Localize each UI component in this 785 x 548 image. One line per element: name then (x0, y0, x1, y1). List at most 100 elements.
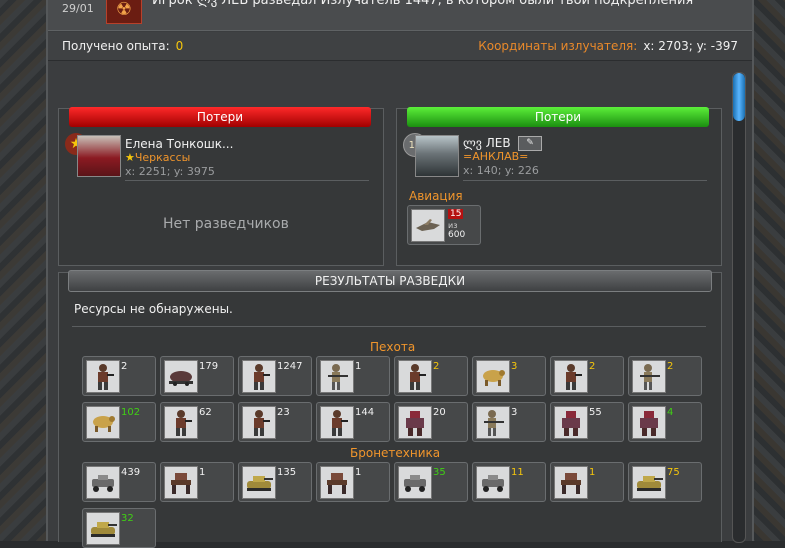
infantry-label: Пехота (370, 340, 416, 354)
infantry-unit-card[interactable]: 144 (316, 402, 390, 442)
coordinates-value[interactable]: x: 2703; y: -397 (643, 39, 738, 53)
unit-count: 1247 (277, 361, 303, 372)
info-bar: Получено опыта: 0 Координаты излучателя: x… (48, 32, 752, 61)
robot-icon (398, 406, 432, 439)
player-coordinates: x: 2251; y: 3975 (125, 165, 215, 178)
armor-unit-card[interactable]: 1 (316, 462, 390, 502)
infantry-unit-card[interactable]: 3 (472, 402, 546, 442)
coordinates-label: Координаты излучателя: (478, 39, 638, 53)
results-header: РЕЗУЛЬТАТЫ РАЗВЕДКИ (68, 270, 712, 292)
losses-header-red: Потери (69, 107, 371, 127)
armor-unit-card[interactable]: 1 (160, 462, 234, 502)
unit-count: 102 (121, 407, 141, 418)
unit-count: 1 (589, 467, 596, 478)
unit-count: 75 (667, 467, 680, 478)
sniper-icon (632, 360, 666, 393)
experience-value: 0 (175, 39, 184, 53)
tank-icon (632, 466, 666, 499)
avatar[interactable] (415, 135, 459, 177)
player-coordinates: x: 140; y: 226 (463, 164, 539, 177)
report-title: Игрок ლვ ЛЕВ разведал Излучатель 1447, в… (152, 0, 694, 8)
units-total: 600 (448, 230, 466, 240)
infantry-unit-card[interactable]: 1247 (238, 356, 312, 396)
divider (463, 180, 707, 181)
vehicle-icon (398, 466, 432, 499)
unit-count: 35 (433, 467, 446, 478)
armor-unit-card[interactable]: 439 (82, 462, 156, 502)
infantry-unit-card[interactable]: 179 (160, 356, 234, 396)
infantry-unit-card[interactable]: 2 (82, 356, 156, 396)
unit-count: 4 (667, 407, 674, 418)
no-scouts-text: Нет разведчиков (163, 216, 289, 232)
background-map-left (0, 0, 48, 541)
units-of-label: из (448, 221, 458, 230)
report-header: 29/01 ☢ Игрок ლვ ЛЕВ разведал Излучатель… (48, 0, 752, 31)
unit-count: 439 (121, 467, 141, 478)
player-city[interactable]: ★Черкассы (125, 151, 190, 164)
infantry-unit-card[interactable]: 1 (316, 356, 390, 396)
unit-count: 2 (433, 361, 440, 372)
avatar[interactable] (77, 135, 121, 177)
no-resources-text: Ресурсы не обнаружены. (74, 302, 233, 316)
armor-unit-card[interactable]: 1 (550, 462, 624, 502)
infantry-unit-card[interactable]: 2 (394, 356, 468, 396)
unit-count: 179 (199, 361, 219, 372)
units-lost: 15 (448, 209, 464, 219)
infantry-unit-card[interactable]: 4 (628, 402, 702, 442)
infantry-unit-card[interactable]: 62 (160, 402, 234, 442)
unit-count: 3 (511, 361, 518, 372)
infantry-unit-card[interactable]: 23 (238, 402, 312, 442)
infantry-unit-card[interactable]: 2 (550, 356, 624, 396)
unit-count: 2 (589, 361, 596, 372)
armor-unit-card[interactable]: 75 (628, 462, 702, 502)
report-date: 29/01 (62, 2, 94, 15)
infantry-unit-card[interactable]: 102 (82, 402, 156, 442)
armor-unit-card[interactable]: 135 (238, 462, 312, 502)
unit-count: 55 (589, 407, 602, 418)
unit-count: 62 (199, 407, 212, 418)
soldier-icon (164, 406, 198, 439)
infantry-unit-card[interactable]: 3 (472, 356, 546, 396)
mech-icon (164, 466, 198, 499)
unit-count: 1 (355, 467, 362, 478)
scrollbar[interactable] (732, 72, 746, 543)
mech-icon (320, 466, 354, 499)
unit-count: 3 (511, 407, 518, 418)
soldier-icon (320, 406, 354, 439)
unit-count: 1 (355, 361, 362, 372)
aviation-unit-card[interactable]: 15 из 600 (407, 205, 481, 245)
player-alliance[interactable]: =АНКЛАВ= (463, 150, 528, 163)
unit-count: 144 (355, 407, 375, 418)
beast-icon (476, 360, 510, 393)
scrollbar-thumb[interactable] (733, 73, 745, 121)
emitter-icon: ☢ (106, 0, 142, 24)
emitter-coordinates: Координаты излучателя: x: 2703; y: -397 (478, 39, 738, 53)
player-name[interactable]: ლვ ЛЕВ (463, 136, 511, 150)
sniper-icon (476, 406, 510, 439)
armor-unit-card[interactable]: 32 (82, 508, 156, 548)
infantry-unit-card[interactable]: 20 (394, 402, 468, 442)
aircraft-icon (411, 209, 445, 242)
soldier-icon (398, 360, 432, 393)
vehicle-icon (86, 466, 120, 499)
player-name[interactable]: Елена Тонкошк... (125, 137, 233, 151)
armor-unit-card[interactable]: 11 (472, 462, 546, 502)
city-star-icon: ★ (125, 151, 135, 164)
unit-count: 135 (277, 467, 297, 478)
armor-unit-card[interactable]: 35 (394, 462, 468, 502)
robot-icon (554, 406, 588, 439)
drone-icon (164, 360, 198, 393)
experience-label: Получено опыта: 0 (62, 39, 184, 53)
infantry-unit-card[interactable]: 55 (550, 402, 624, 442)
losses-header-green: Потери (407, 107, 709, 127)
tank-icon (86, 512, 120, 545)
vehicle-icon (476, 466, 510, 499)
infantry-unit-card[interactable]: 2 (628, 356, 702, 396)
mech-icon (554, 466, 588, 499)
soldier-icon (242, 360, 276, 393)
robot-icon (632, 406, 666, 439)
tank-icon (242, 466, 276, 499)
message-icon[interactable]: ✎ (518, 136, 542, 151)
unit-count: 2 (667, 361, 674, 372)
soldier-icon (242, 406, 276, 439)
